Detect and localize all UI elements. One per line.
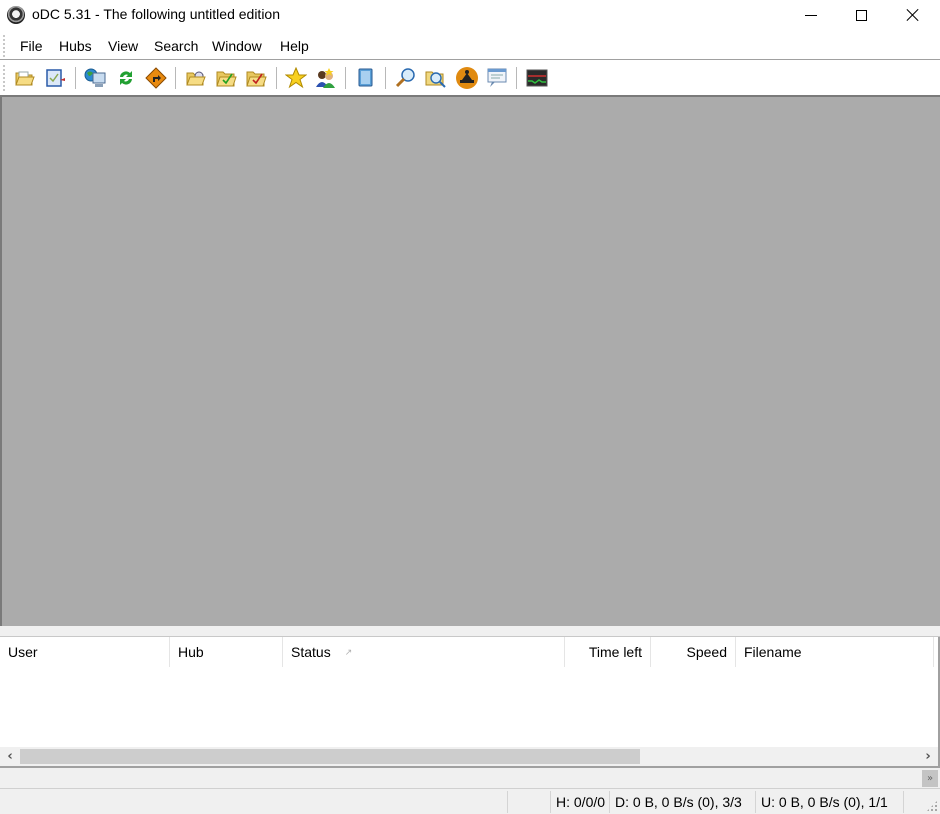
- network-stats-icon: [526, 69, 548, 87]
- system-log-button[interactable]: [485, 66, 509, 90]
- search-spy-icon: [425, 71, 446, 88]
- window-title: oDC 5.31 - The following untitled editio…: [32, 6, 281, 22]
- toolbar-separator: [75, 67, 76, 89]
- mdi-client-area: [0, 95, 940, 626]
- reconnect-button[interactable]: [114, 66, 138, 90]
- menu-view[interactable]: View: [108, 38, 138, 54]
- star-icon: [285, 67, 307, 89]
- menu-help[interactable]: Help: [280, 38, 309, 54]
- open-filelist-button[interactable]: [13, 66, 37, 90]
- toolbar-separator: [385, 67, 386, 89]
- menubar-grip[interactable]: [3, 35, 5, 57]
- status-pane-uploads: U: 0 B, 0 B/s (0), 1/1: [756, 791, 904, 813]
- toolbar-separator: [345, 67, 346, 89]
- minimize-icon: [805, 14, 817, 16]
- chevron-right-icon: ›: [925, 749, 931, 764]
- toolbar-separator: [276, 67, 277, 89]
- search-icon: [395, 68, 415, 88]
- queue-notepad-icon: [358, 68, 373, 87]
- column-label: User: [8, 644, 38, 660]
- scroll-right-button[interactable]: ›: [918, 747, 938, 766]
- refresh-icon: [120, 71, 132, 85]
- splitter-bar[interactable]: [0, 626, 940, 637]
- column-header-time-left[interactable]: Time left: [565, 637, 651, 667]
- maximize-icon: [855, 9, 867, 21]
- title-bar: oDC 5.31 - The following untitled editio…: [0, 0, 940, 30]
- resize-grip-icon[interactable]: [926, 800, 938, 812]
- column-header-filename[interactable]: Filename: [736, 637, 934, 667]
- toolbar-separator: [175, 67, 176, 89]
- menu-hubs[interactable]: Hubs: [59, 38, 92, 54]
- network-statistics-button[interactable]: [525, 66, 549, 90]
- column-header-status[interactable]: Status ↗: [283, 637, 565, 667]
- scroll-left-button[interactable]: ‹: [0, 747, 20, 766]
- menu-bar: File Hubs View Search Window Help: [0, 32, 940, 60]
- status-pane-downloads: D: 0 B, 0 B/s (0), 3/3: [610, 791, 756, 813]
- system-log-icon: [487, 68, 507, 87]
- transfers-list: User Hub Status ↗ Time left Speed Filenam…: [0, 637, 940, 768]
- own-list-icon: [46, 69, 65, 87]
- toolbar: [0, 61, 940, 95]
- app-eye-icon[interactable]: [7, 6, 25, 24]
- column-label: Status: [291, 644, 331, 660]
- column-label: Hub: [178, 644, 204, 660]
- status-bar: H: 0/0/0 D: 0 B, 0 B/s (0), 3/3 U: 0 B, …: [0, 789, 940, 814]
- more-chevron-button[interactable]: »: [922, 770, 938, 787]
- favorite-users-button[interactable]: [314, 66, 338, 90]
- search-button[interactable]: [394, 66, 418, 90]
- chevron-left-icon: ‹: [7, 749, 13, 764]
- toolbar-grip[interactable]: [3, 65, 5, 91]
- sort-ascending-icon: ↗: [344, 646, 353, 657]
- status-pane-extra: [904, 791, 924, 813]
- search-spy-button[interactable]: [424, 66, 448, 90]
- finished-downloads-button[interactable]: [214, 66, 238, 90]
- column-label: Filename: [744, 644, 802, 660]
- close-icon: [906, 8, 920, 22]
- redirect-sign-icon: [145, 67, 167, 89]
- downloads-folder-button[interactable]: [184, 66, 208, 90]
- menu-window[interactable]: Window: [212, 38, 262, 54]
- toolbar-chevron-strip: »: [0, 768, 940, 789]
- menu-search[interactable]: Search: [154, 38, 198, 54]
- horizontal-scrollbar[interactable]: ‹ ›: [0, 747, 938, 766]
- menu-file[interactable]: File: [20, 38, 43, 54]
- status-pane-message: [0, 791, 508, 813]
- minimize-button[interactable]: [786, 0, 836, 30]
- status-pane-blank: [508, 791, 551, 813]
- network-globe-icon: [84, 68, 106, 87]
- download-queue-button[interactable]: [354, 66, 378, 90]
- favorite-users-icon: [316, 68, 335, 88]
- column-header-speed[interactable]: Speed: [651, 637, 736, 667]
- favorite-hubs-button[interactable]: [284, 66, 308, 90]
- scrollbar-thumb[interactable]: [20, 749, 640, 764]
- status-pane-hubs: H: 0/0/0: [551, 791, 610, 813]
- column-header-hub[interactable]: Hub: [170, 637, 283, 667]
- public-hubs-button[interactable]: [83, 66, 107, 90]
- finished-uploads-button[interactable]: [244, 66, 268, 90]
- finished-uploads-folder-icon: [246, 71, 267, 87]
- toolbar-separator: [516, 67, 517, 89]
- adl-search-icon: [456, 67, 478, 89]
- double-chevron-icon: »: [926, 773, 934, 784]
- finished-downloads-folder-icon: [216, 71, 237, 87]
- open-own-list-button[interactable]: [43, 66, 67, 90]
- column-header-user[interactable]: User: [0, 637, 170, 667]
- open-folder-icon: [15, 71, 35, 86]
- download-folder-icon: [186, 71, 206, 86]
- maximize-button[interactable]: [836, 0, 886, 30]
- column-label: Time left: [588, 644, 642, 660]
- adl-search-button[interactable]: [455, 66, 479, 90]
- column-label: Speed: [686, 644, 727, 660]
- close-button[interactable]: [888, 0, 938, 30]
- follow-redirect-button[interactable]: [144, 66, 168, 90]
